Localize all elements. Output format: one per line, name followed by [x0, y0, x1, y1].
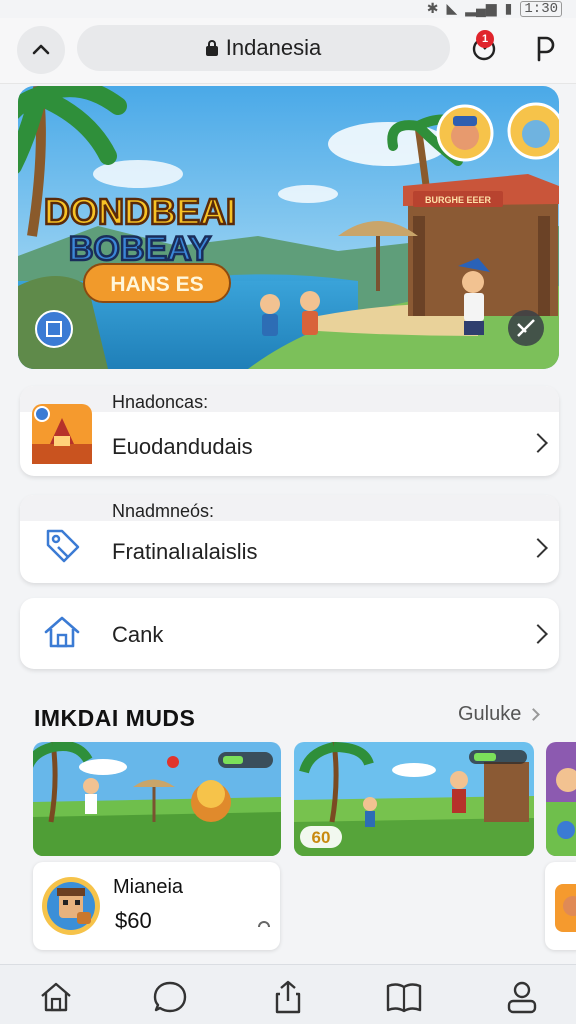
card-header — [20, 386, 559, 412]
lock-icon — [205, 40, 218, 56]
game-card[interactable] — [545, 862, 576, 950]
see-more-link[interactable]: Guluke — [458, 703, 541, 726]
hero-expand-button[interactable] — [508, 310, 544, 346]
profile-icon — [507, 981, 537, 1014]
signal-icon: ▂▄▆ — [465, 0, 497, 16]
status-bar: ✱ ◣ ▂▄▆ ▮ 1:30 — [0, 0, 576, 18]
game-name: Mianeia — [113, 876, 184, 898]
nav-chat[interactable] — [148, 977, 192, 1017]
card-caption: Hnadoncas: — [112, 392, 209, 412]
hero-banner[interactable]: BURGHE EEER DONDBEAI BOBEAY HANS ES — [18, 86, 559, 369]
tag-icon — [44, 527, 82, 570]
section-title: IMKDAI MUDS — [34, 705, 196, 731]
list-card-3[interactable]: Cank — [20, 598, 559, 669]
chat-icon — [153, 981, 187, 1013]
book-icon — [386, 983, 422, 1013]
game-title-line2: BOBEAY — [69, 230, 212, 268]
chevron-right-icon — [528, 433, 548, 453]
hero-character-1 — [260, 294, 280, 336]
thumbnail-badge: 60 — [312, 828, 331, 847]
temple-game-icon — [32, 404, 92, 469]
refresh-icon[interactable] — [257, 918, 271, 937]
card-label: Fratinalıalaislis — [112, 539, 258, 564]
chevron-right-icon — [528, 538, 548, 558]
hero-character-2 — [300, 291, 320, 335]
back-button[interactable] — [17, 26, 65, 74]
browser-toolbar: Indanesia 1 — [0, 18, 576, 84]
status-time: 1:30 — [520, 0, 562, 17]
bottom-navigation — [0, 964, 576, 1024]
nav-library[interactable] — [382, 977, 426, 1017]
list-card-2[interactable]: Nnadmneós: Fratinalıalaislis — [20, 495, 559, 583]
address-bar[interactable]: Indanesia — [77, 25, 450, 71]
game-price: $60 — [115, 908, 152, 933]
battery-icon: ▮ — [504, 0, 513, 16]
hero-cta-label: HANS ES — [110, 273, 203, 296]
list-card-1[interactable]: Hnadoncas: Euodandudais — [20, 386, 559, 476]
hero-illustration: BURGHE EEER DONDBEAI BOBEAY HANS ES — [18, 86, 559, 369]
game-logo: DONDBEAI BOBEAY — [43, 190, 238, 270]
see-more-label: Guluke — [458, 703, 522, 725]
url-text: Indanesia — [225, 35, 322, 60]
chevron-right-icon — [527, 708, 541, 721]
hero-cta-button[interactable]: HANS ES — [83, 263, 231, 303]
nav-share[interactable] — [266, 977, 310, 1017]
card-label: Euodandudais — [112, 434, 253, 459]
bluetooth-icon: ✱ — [426, 0, 439, 16]
home-icon — [41, 982, 71, 1012]
profile-button[interactable] — [524, 28, 564, 68]
game-avatar-icon — [41, 876, 101, 941]
card-label: Cank — [112, 622, 164, 647]
game-avatar-icon — [555, 876, 576, 941]
home-icon — [42, 614, 82, 655]
chevron-right-icon — [528, 624, 548, 644]
notification-badge: 1 — [476, 30, 494, 48]
card-header — [20, 495, 559, 521]
game-title-line1: DONDBEAI — [44, 191, 236, 232]
nav-profile[interactable] — [500, 977, 544, 1017]
game-card[interactable]: Mianeia $60 — [33, 862, 280, 950]
wifi-icon: ◣ — [446, 0, 458, 16]
status-icons: ✱ ◣ ▂▄▆ ▮ 1:30 — [427, 0, 562, 17]
game-thumbnail-3[interactable] — [546, 742, 576, 856]
hero-info-button[interactable] — [35, 310, 73, 348]
game-thumbnail-1[interactable] — [33, 742, 281, 856]
shop-sign-text: BURGHE EEER — [425, 195, 492, 205]
game-thumbnail-2[interactable]: 60 — [294, 742, 534, 856]
share-icon — [275, 980, 301, 1014]
profile-letter-icon — [537, 36, 555, 62]
nav-home[interactable] — [34, 977, 78, 1017]
chevron-left-icon — [32, 44, 50, 55]
card-caption: Nnadmneós: — [112, 501, 215, 521]
